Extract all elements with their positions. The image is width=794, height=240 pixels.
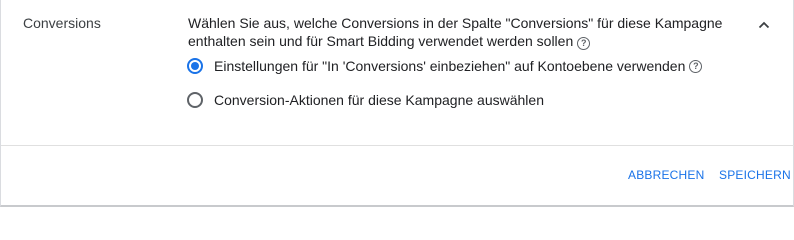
option-label: Einstellungen für "In 'Conversions' einb… [214,58,686,74]
cancel-button[interactable]: ABBRECHEN [628,168,704,182]
radio-option-campaign-actions[interactable]: Conversion-Aktionen für diese Kampagne a… [187,89,544,111]
radio-option-account-level[interactable]: Einstellungen für "In 'Conversions' einb… [187,55,703,77]
description-text: Wählen Sie aus, welche Conversions in de… [188,15,723,49]
radio-button-unselected[interactable] [187,92,203,108]
save-button[interactable]: SPEICHERN [719,168,791,182]
conversions-description: Wählen Sie aus, welche Conversions in de… [188,14,738,50]
chevron-up-icon[interactable] [755,16,773,34]
section-label: Conversions [23,15,101,31]
help-circle-icon[interactable]: ? [689,59,703,73]
option-label: Conversion-Aktionen für diese Kampagne a… [214,92,544,108]
divider [1,145,794,146]
radio-button-selected[interactable] [187,58,203,74]
conversions-settings-card: Conversions Wählen Sie aus, welche Conve… [0,0,794,207]
help-circle-icon[interactable]: ? [577,37,591,50]
